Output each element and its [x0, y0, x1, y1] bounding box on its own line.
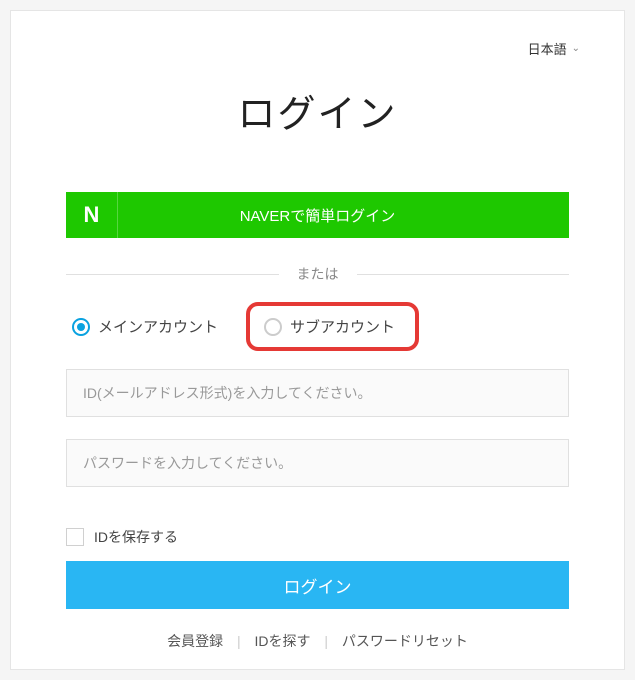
sub-account-radio[interactable]: サブアカウント — [258, 312, 401, 341]
checkbox-unchecked-icon — [66, 528, 84, 546]
login-button[interactable]: ログイン — [66, 561, 569, 609]
main-account-label: メインアカウント — [98, 316, 218, 337]
language-selector[interactable]: 日本語 ⌄ — [528, 39, 580, 58]
save-id-label: IDを保存する — [94, 527, 178, 547]
radio-unchecked-icon — [264, 318, 282, 336]
chevron-down-icon: ⌄ — [572, 43, 580, 54]
sub-account-highlight: サブアカウント — [246, 302, 419, 351]
separator: または — [66, 264, 569, 284]
naver-logo-icon: N — [66, 192, 118, 238]
footer-links: 会員登録 | IDを探す | パスワードリセット — [66, 631, 569, 651]
id-input[interactable] — [66, 369, 569, 417]
password-input[interactable] — [66, 439, 569, 487]
separator-label: または — [279, 264, 357, 284]
sub-account-label: サブアカウント — [290, 316, 395, 337]
link-divider: | — [237, 633, 241, 649]
page-title: ログイン — [66, 83, 569, 138]
link-divider: | — [324, 633, 328, 649]
login-card: 日本語 ⌄ ログイン N NAVERで簡単ログイン または メインアカウント サ… — [10, 10, 625, 670]
signup-link[interactable]: 会員登録 — [167, 633, 223, 649]
naver-login-button[interactable]: N NAVERで簡単ログイン — [66, 192, 569, 238]
naver-login-label: NAVERで簡単ログイン — [118, 205, 569, 226]
find-id-link[interactable]: IDを探す — [255, 633, 311, 649]
reset-password-link[interactable]: パスワードリセット — [342, 633, 468, 649]
main-account-radio[interactable]: メインアカウント — [66, 312, 224, 341]
language-label: 日本語 — [528, 39, 567, 58]
radio-checked-icon — [72, 318, 90, 336]
account-type-radios: メインアカウント サブアカウント — [66, 302, 569, 351]
save-id-checkbox[interactable]: IDを保存する — [66, 527, 569, 547]
